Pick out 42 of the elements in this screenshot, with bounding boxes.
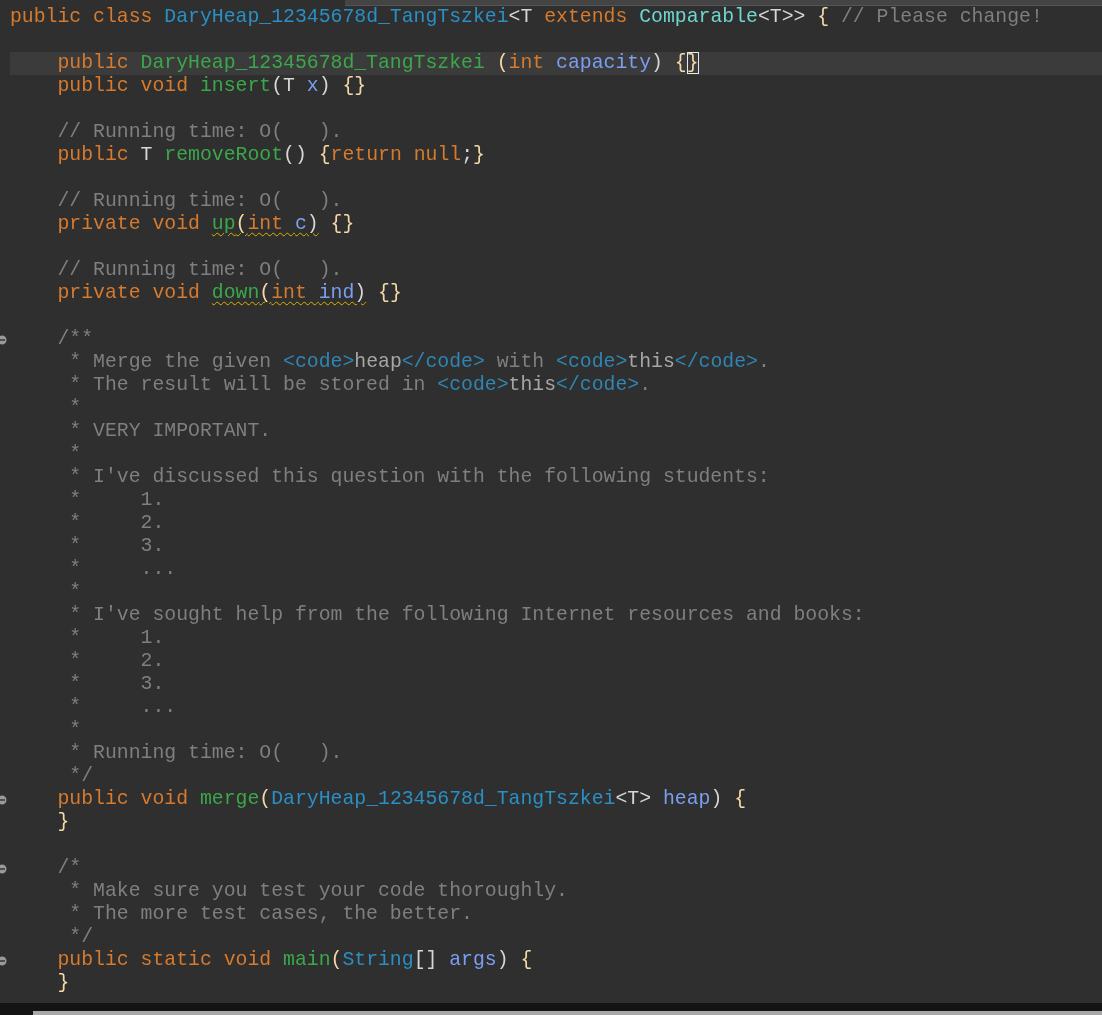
- code-line: *: [68, 443, 83, 466]
- code-line: private void up(int c) {}: [56, 213, 356, 236]
- code-line: */: [68, 926, 95, 949]
- code-line: * 2.: [68, 650, 166, 673]
- code-line: * 1.: [68, 627, 166, 650]
- fold-toggle-icon[interactable]: [0, 334, 7, 345]
- code-line: }: [56, 811, 71, 834]
- code-line: public class DaryHeap_12345678d_TangTszkei<T extends Comparable<T>> { // Please change!: [10, 6, 1044, 29]
- code-line: * 3.: [68, 673, 166, 696]
- code-line: * Running time: O( ).: [68, 742, 344, 765]
- fold-toggle-icon[interactable]: [0, 863, 7, 874]
- code-line: * 3.: [68, 535, 166, 558]
- code-line: * 2.: [68, 512, 166, 535]
- code-line: public T removeRoot() {return null;}: [56, 144, 486, 167]
- code-line: *: [68, 719, 83, 742]
- fold-toggle-icon[interactable]: [0, 955, 7, 966]
- code-line: }: [56, 972, 71, 995]
- code-line: * I've discussed this question with the following students:: [68, 466, 771, 489]
- code-line: // Running time: O( ).: [56, 190, 344, 213]
- code-line: public void insert(T x) {}: [56, 75, 368, 98]
- code-line: /*: [56, 857, 83, 880]
- code-line: * ...: [68, 558, 178, 581]
- code-line: * VERY IMPORTANT.: [68, 420, 273, 443]
- code-line: * I've sought help from the following Internet resources and books:: [68, 604, 866, 627]
- code-line: * The more test cases, the better.: [68, 903, 474, 926]
- code-line: /**: [56, 328, 95, 351]
- code-line: *: [68, 581, 83, 604]
- code-line: // Running time: O( ).: [56, 259, 344, 282]
- code-line: private void down(int ind) {}: [56, 282, 403, 305]
- code-line: public void merge(DaryHeap_12345678d_TangTszkei<T> heap) {: [56, 788, 747, 811]
- code-line: * ...: [68, 696, 178, 719]
- code-line: *: [68, 397, 83, 420]
- scrollbar-thumb[interactable]: [33, 1011, 1102, 1015]
- code-line: * 1.: [68, 489, 166, 512]
- code-line: * Merge the given <code>heap</code> with <code>this</code>.: [68, 351, 771, 374]
- code-line: */: [68, 765, 95, 788]
- code-line: * Make sure you test your code thoroughly.: [68, 880, 569, 903]
- horizontal-scrollbar[interactable]: [0, 1003, 1102, 1015]
- code-line: // Running time: O( ).: [56, 121, 344, 144]
- code-line: * The result will be stored in <code>this</code>.: [68, 374, 653, 397]
- fold-toggle-icon[interactable]: [0, 794, 7, 805]
- code-line: public static void main(String[] args) {: [56, 949, 534, 972]
